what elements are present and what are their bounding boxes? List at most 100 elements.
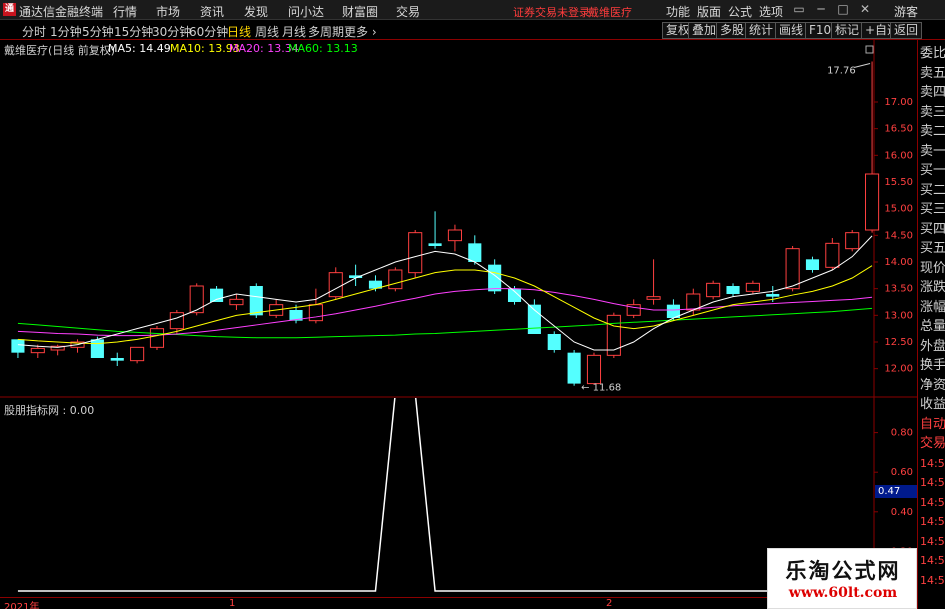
side-panel-item: 涨幅 [920,299,945,315]
menu-formula[interactable]: 公式 [728,3,752,20]
menu-function[interactable]: 功能 [666,3,690,20]
maximize-icon[interactable]: □ [832,0,854,20]
candle [726,283,740,297]
menu-trade[interactable]: 交易 [396,3,420,20]
period-60min[interactable]: 60分钟 [189,23,228,40]
side-panel-item: 卖五 [920,65,945,81]
price-tick: 13.00 [874,310,913,321]
side-panel-item: 买二 [920,182,945,198]
menu-quotes[interactable]: 行情 [113,3,137,20]
side-panel-item: 卖二 [920,124,945,139]
side-panel-item: 14:56 [920,534,945,548]
side-panel-item: 委比 [920,46,945,61]
side-panel-item: 外盘 [920,338,945,354]
period-30min[interactable]: 30分钟 [152,23,191,40]
candle [646,259,661,305]
price-tick: 16.50 [874,124,913,135]
price-tick: 12.50 [874,337,913,348]
side-panel-item: 14:56 [920,495,945,509]
chart-stock-title: 戴维医疗(日线 前复权) [4,44,116,57]
indicator-line [17,398,873,592]
kline-chart[interactable]: 17.00 16.50 16.00 15.50 15.00 14.50 14.00 13.50… [0,40,917,398]
candle [70,339,85,353]
panel-toggle-icon[interactable] [865,45,874,54]
period-more[interactable]: 更多 › [344,23,377,40]
price-tick-label: 12.00 [884,364,913,375]
login-status[interactable]: 证券交易未登录 [513,4,590,20]
candle [586,352,602,385]
price-tick: 14.50 [874,230,913,241]
side-panel-item: 净资 [920,377,945,393]
period-1min[interactable]: 1分钟 [50,23,82,40]
price-tick-label: 12.50 [884,337,913,348]
menu-layout[interactable]: 版面 [697,3,721,20]
menu-discover[interactable]: 发现 [244,3,268,20]
candle [328,267,343,300]
price-tick: 14.00 [874,257,913,268]
period-monthly[interactable]: 月线 [282,23,306,40]
candle [428,211,442,249]
price-tick-label: 15.00 [884,204,913,215]
side-panel-item: 14:55 [920,476,945,489]
candle [229,294,244,310]
indicator-tick-label: 0.40 [891,507,913,518]
candle [408,230,423,278]
side-panel-item[interactable]: 交易 [920,436,945,451]
candle [547,331,561,353]
menu-market[interactable]: 市场 [156,3,180,20]
minimize-icon[interactable]: ─ [810,0,832,20]
quote-side-panel: 委比 卖五 卖四 卖三 卖二 卖一 买一 买二 买三 买四 买五 现价 涨跌 涨幅 总量 外盘 换手 净资 收益 自动… [917,40,945,609]
tool-mark[interactable]: 标记 [831,22,864,39]
price-tick: 12.00 [874,364,913,375]
tool-statistics[interactable]: 统计 [745,22,778,39]
menu-wealth[interactable]: 财富圈 [342,3,378,20]
app-logo-icon: 通 [3,3,16,16]
period-tick[interactable]: 分时 [22,23,46,40]
side-panel-item: 收益 [920,397,945,412]
candle [567,350,581,386]
side-panel-item: 买四 [920,221,945,237]
price-tick-label: 17.00 [884,97,913,108]
candle [606,312,621,358]
watermark-title: 乐淘公式网 [785,559,901,583]
candle [388,267,403,292]
price-tick: 16.00 [874,150,913,161]
side-panel-item: 总量 [920,319,945,334]
high-price-annotation: 17.76 [827,65,856,76]
side-panel-item[interactable]: 自动 [920,417,945,432]
indicator-tick-label: 1.00 [891,398,913,399]
menu-options[interactable]: 选项 [759,3,783,20]
side-panel-item: 卖四 [920,85,945,100]
close-icon[interactable]: ✕ [854,0,876,20]
period-daily[interactable]: 日线 [227,23,251,40]
period-multi[interactable]: 多周期 [308,23,344,40]
period-weekly[interactable]: 周线 [255,23,279,40]
ma60-line [17,307,873,339]
restore-layout-icon[interactable]: ▭ [788,0,810,20]
indicator-current-value: 0.47 [875,485,917,498]
price-tick: 13.50 [874,284,913,295]
title-bar: 通 通达信金融终端 行情 市场 资讯 发现 问小达 财富圈 交易 证券交易未登录… [0,0,945,20]
indicator-label: 股朋指标网 : 0.00 [4,404,95,417]
menu-ask[interactable]: 问小达 [288,3,324,20]
watermark-url: www.60lt.com [788,585,898,601]
side-panel-item: 涨跌 [920,280,945,295]
side-panel-item: 买五 [920,241,945,256]
current-stock-name: 戴维医疗 [588,6,632,19]
candle [825,238,840,270]
tool-draw-line[interactable]: 画线 [775,22,808,39]
price-tick: 17.00 [874,97,913,108]
user-label[interactable]: 游客 [894,3,918,20]
candle [149,326,165,350]
period-5min[interactable]: 5分钟 [82,23,114,40]
tool-multi-stock[interactable]: 多股 [716,22,749,39]
candle [447,224,462,252]
ma5-label: MA5: 14.49 [108,42,171,55]
tool-back[interactable]: 返回 [890,22,923,39]
price-tick-label: 14.50 [884,230,913,241]
side-panel-item: 现价 [920,260,945,276]
menu-news[interactable]: 资讯 [200,3,224,20]
period-15min[interactable]: 15分钟 [114,23,153,40]
side-panel-item: 买一 [920,163,945,178]
ma60-label: MA60: 13.13 [288,42,358,55]
